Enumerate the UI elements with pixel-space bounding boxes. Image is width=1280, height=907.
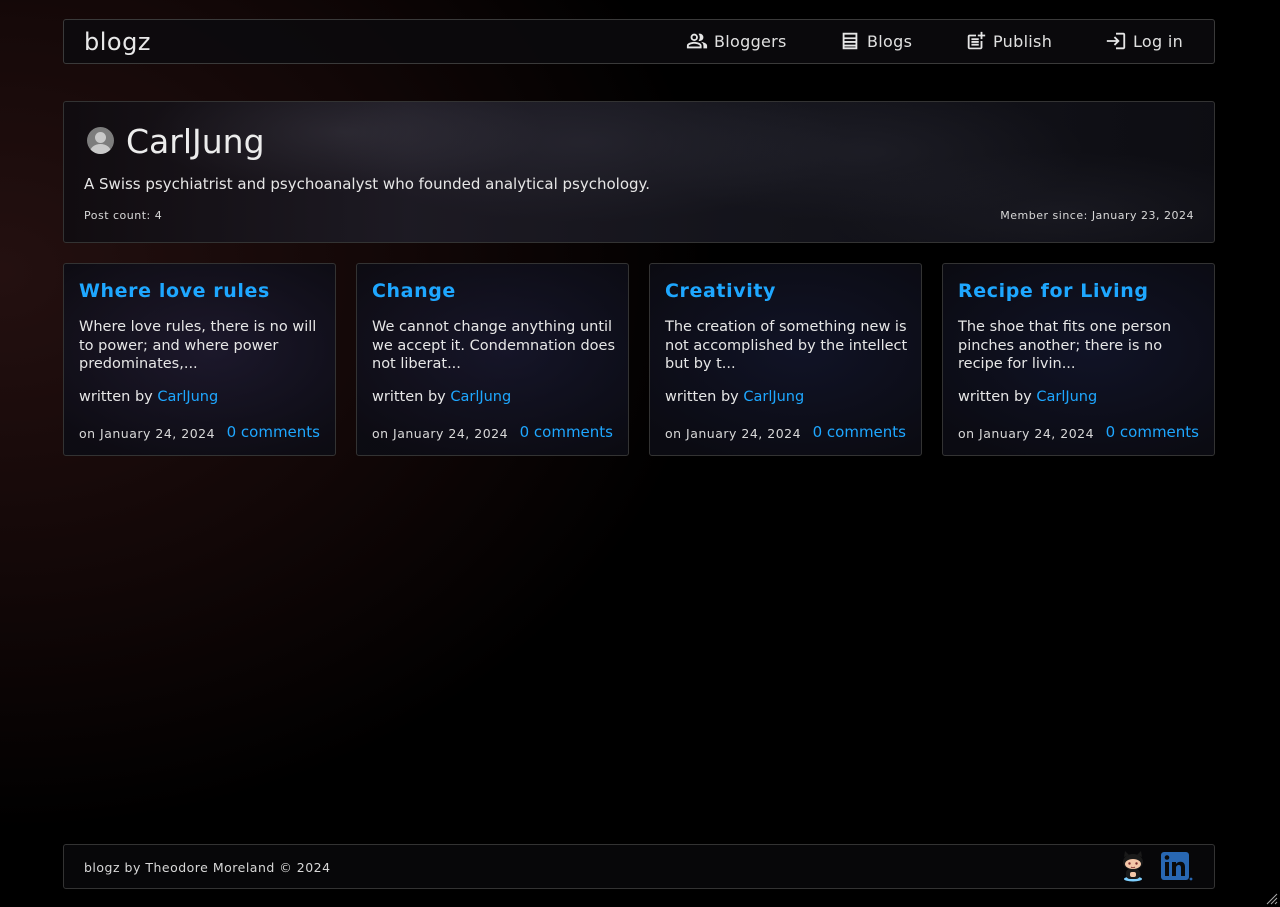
- comments-link[interactable]: 0 comments: [520, 423, 613, 441]
- post-date: on January 24, 2024: [665, 426, 802, 441]
- nav-bloggers[interactable]: Bloggers: [686, 30, 787, 52]
- post-card: Recipe for Living The shoe that fits one…: [942, 263, 1215, 456]
- nav-publish[interactable]: Publish: [965, 30, 1052, 52]
- post-card: Creativity The creation of something new…: [649, 263, 922, 456]
- github-icon[interactable]: [1121, 850, 1145, 882]
- post-excerpt: Where love rules, there is no will to po…: [79, 319, 317, 372]
- member-since: Member since: January 23, 2024: [1000, 209, 1194, 222]
- post-add-icon: [967, 31, 986, 50]
- avatar: [87, 127, 114, 154]
- post-title[interactable]: Recipe for Living: [958, 280, 1149, 302]
- profile-name: CarlJung: [126, 122, 265, 161]
- post-date: on January 24, 2024: [79, 426, 216, 441]
- brand-logo[interactable]: blogz: [84, 28, 151, 56]
- written-by-label: written by: [958, 389, 1032, 405]
- post-card: Change We cannot change anything until w…: [356, 263, 629, 456]
- nav-blogs-label: Blogs: [867, 31, 913, 51]
- post-title[interactable]: Where love rules: [79, 280, 270, 302]
- written-by-label: written by: [665, 389, 739, 405]
- book-icon: [842, 32, 858, 50]
- post-count: Post count: 4: [84, 209, 163, 222]
- nav-login[interactable]: Log in: [1105, 30, 1183, 52]
- login-icon: [1106, 32, 1126, 50]
- comments-link[interactable]: 0 comments: [1106, 423, 1199, 441]
- author-link[interactable]: CarlJung: [157, 389, 218, 405]
- profile-header: CarlJung A Swiss psychiatrist and psycho…: [63, 101, 1215, 243]
- post-date: on January 24, 2024: [958, 426, 1095, 441]
- navbar: blogz Bloggers Blogs Publish Log in: [63, 19, 1215, 64]
- people-icon: [686, 33, 708, 49]
- post-title[interactable]: Creativity: [665, 280, 776, 302]
- comments-link[interactable]: 0 comments: [813, 423, 906, 441]
- footer: blogz by Theodore Moreland © 2024: [63, 844, 1215, 889]
- author-link[interactable]: CarlJung: [743, 389, 804, 405]
- post-author: written by CarlJung: [958, 389, 1097, 405]
- linkedin-icon[interactable]: [1160, 850, 1194, 882]
- post-author: written by CarlJung: [79, 389, 218, 405]
- nav-bloggers-label: Bloggers: [714, 31, 787, 51]
- post-date: on January 24, 2024: [372, 426, 509, 441]
- post-excerpt: The shoe that fits one person pinches an…: [958, 319, 1172, 372]
- post-excerpt: We cannot change anything until we accep…: [372, 319, 616, 372]
- author-link[interactable]: CarlJung: [450, 389, 511, 405]
- author-link[interactable]: CarlJung: [1036, 389, 1097, 405]
- nav-login-label: Log in: [1133, 31, 1184, 51]
- post-author: written by CarlJung: [372, 389, 511, 405]
- post-card: Where love rules Where love rules, there…: [63, 263, 336, 456]
- nav-publish-label: Publish: [993, 31, 1053, 51]
- profile-bio: A Swiss psychiatrist and psychoanalyst w…: [84, 175, 651, 193]
- footer-credit: blogz by Theodore Moreland © 2024: [84, 860, 331, 875]
- nav-blogs[interactable]: Blogs: [839, 30, 912, 52]
- post-title[interactable]: Change: [372, 280, 456, 302]
- written-by-label: written by: [79, 389, 153, 405]
- post-excerpt: The creation of something new is not acc…: [665, 319, 908, 372]
- resize-handle-icon[interactable]: [1266, 893, 1278, 905]
- post-author: written by CarlJung: [665, 389, 804, 405]
- comments-link[interactable]: 0 comments: [227, 423, 320, 441]
- written-by-label: written by: [372, 389, 446, 405]
